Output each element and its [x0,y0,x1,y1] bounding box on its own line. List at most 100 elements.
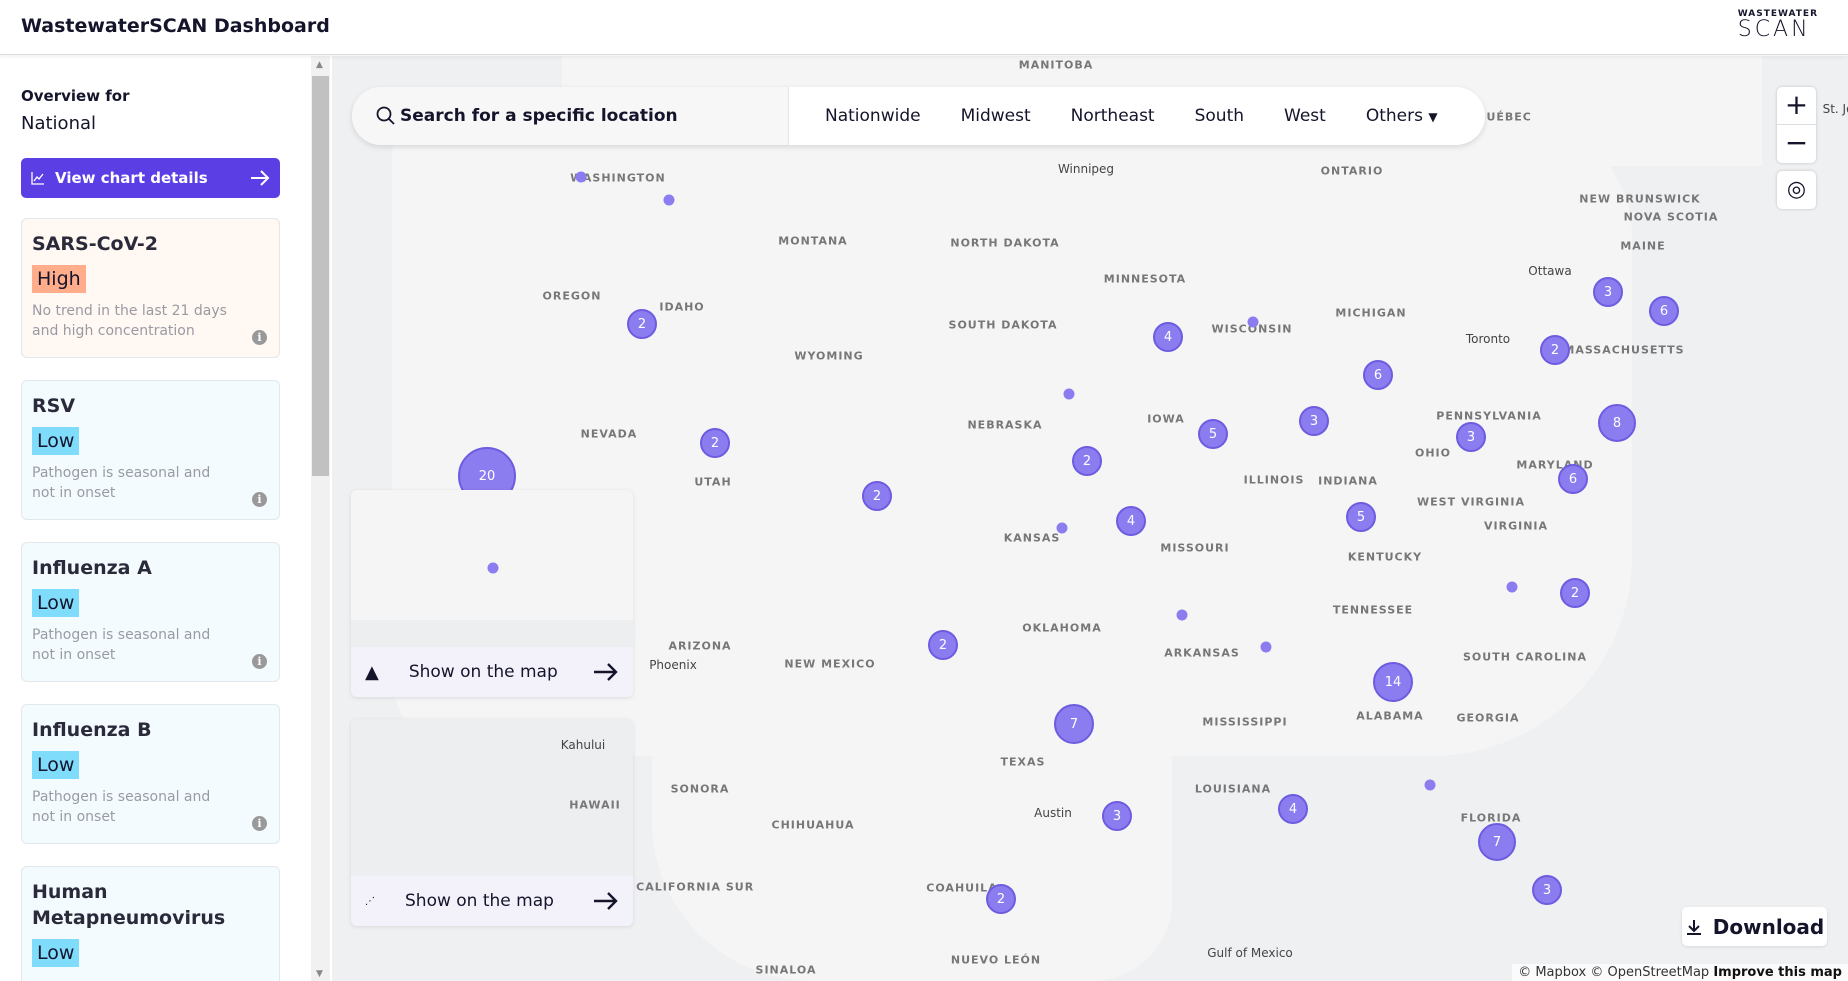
pathogen-card-sars-cov-2[interactable]: SARS-CoV-2 High No trend in the last 21 … [21,218,280,358]
tab-others[interactable]: Others ▼ [1366,106,1438,126]
state-label: INDIANA [1318,474,1378,488]
level-badge: Low [32,427,80,455]
site-marker[interactable] [1506,581,1518,593]
site-cluster[interactable]: 3 [1532,875,1562,905]
site-cluster[interactable]: 2 [986,884,1016,914]
site-marker[interactable] [1247,316,1259,328]
search-bar: Search for a specific location Nationwid… [352,87,1485,145]
download-button[interactable]: Download [1682,907,1827,946]
tab-south[interactable]: South [1195,106,1244,126]
alaska-inset[interactable]: ▲ Show on the map [351,490,633,697]
pathogen-card-rsv[interactable]: RSV Low Pathogen is seasonal and not in … [21,380,280,520]
state-label: NEBRASKA [967,418,1043,432]
state-label: NEW MEXICO [784,657,876,671]
state-label: SOUTH DAKOTA [948,318,1058,332]
tab-northeast[interactable]: Northeast [1071,106,1155,126]
city-label: Gulf of Mexico [1207,946,1293,960]
info-icon[interactable]: i [252,330,267,345]
pathogen-card-human-metapneumovirus[interactable]: Human Metapneumovirus Low [21,866,280,981]
site-marker[interactable] [1176,609,1188,621]
city-label: Ottawa [1528,264,1572,278]
pathogen-card-influenza-b[interactable]: Influenza B Low Pathogen is seasonal and… [21,704,280,844]
site-cluster[interactable]: 3 [1299,406,1329,436]
site-cluster[interactable]: 7 [1478,823,1516,861]
state-label: ARIZONA [668,639,732,653]
view-chart-details-button[interactable]: View chart details [21,158,280,198]
info-icon[interactable]: i [252,654,267,669]
hawaii-inset[interactable]: Kahului HAWAII ⋰ Show on the map [351,719,633,926]
tab-midwest[interactable]: Midwest [961,106,1031,126]
site-cluster[interactable]: 2 [1540,335,1570,365]
site-cluster[interactable]: 7 [1054,704,1094,744]
site-cluster[interactable]: 2 [627,309,657,339]
state-label: TEXAS [1000,755,1046,769]
state-label: OHIO [1414,446,1452,460]
site-marker[interactable] [487,562,499,574]
site-cluster[interactable]: 8 [1598,404,1636,442]
state-label: MISSISSIPPI [1202,715,1288,729]
site-cluster[interactable]: 6 [1649,296,1679,326]
locate-button[interactable]: ◎ [1777,171,1816,209]
alaska-show-on-map[interactable]: ▲ Show on the map [351,647,633,697]
site-cluster[interactable]: 3 [1102,801,1132,831]
tab-west[interactable]: West [1284,106,1326,126]
info-icon[interactable]: i [252,816,267,831]
overview-location: National [21,113,97,134]
arrow-right-icon [251,170,270,186]
mexico-landmass [652,746,1172,981]
site-cluster[interactable]: 5 [1198,419,1228,449]
search-input[interactable]: Search for a specific location [352,87,789,145]
info-icon[interactable]: i [252,492,267,507]
state-label: MAINE [1620,239,1666,253]
zoom-controls: + − [1777,87,1816,163]
site-marker[interactable] [1063,388,1075,400]
site-cluster[interactable]: 4 [1116,506,1146,536]
site-marker[interactable] [1424,779,1436,791]
site-cluster[interactable]: 6 [1558,464,1588,494]
state-label: MANITOBA [1018,58,1094,72]
pathogen-card-influenza-a[interactable]: Influenza A Low Pathogen is seasonal and… [21,542,280,682]
site-marker[interactable] [575,171,587,183]
site-cluster[interactable]: 2 [862,481,892,511]
zoom-out-button[interactable]: − [1777,125,1816,163]
site-cluster[interactable]: 3 [1593,277,1623,307]
sidebar: Overview for National View chart details… [0,56,311,981]
site-cluster[interactable]: 4 [1153,322,1183,352]
hawaii-show-on-map[interactable]: ⋰ Show on the map [351,876,633,926]
hawaii-icon: ⋰ [365,895,375,907]
site-cluster[interactable]: 2 [1072,446,1102,476]
site-marker[interactable] [663,194,675,206]
scroll-up-icon[interactable]: ▲ [316,60,323,70]
state-label: WYOMING [794,349,864,363]
zoom-in-button[interactable]: + [1777,87,1816,125]
site-marker[interactable] [1056,522,1068,534]
alaska-landmass [351,490,633,620]
site-cluster[interactable]: 2 [1560,578,1590,608]
state-label: MONTANA [778,234,848,248]
wastewaterscan-logo[interactable]: WASTEWATER SCAN [1738,10,1818,41]
site-cluster[interactable]: 5 [1346,502,1376,532]
alaska-icon: ▲ [365,661,379,683]
state-label: MICHIGAN [1335,306,1407,320]
site-cluster[interactable]: 2 [928,630,958,660]
scroll-down-icon[interactable]: ▼ [316,969,323,979]
state-label: KENTUCKY [1347,550,1423,564]
header: WastewaterSCAN Dashboard WASTEWATER SCAN [0,0,1848,55]
city-label: Phoenix [649,658,697,672]
site-cluster[interactable]: 6 [1363,360,1393,390]
state-label: ONTARIO [1320,164,1384,178]
site-cluster[interactable]: 4 [1278,794,1308,824]
state-label: OREGON [542,289,602,303]
level-badge: High [32,265,86,293]
site-cluster[interactable]: 14 [1373,662,1413,702]
arrow-right-icon [594,892,618,910]
site-cluster[interactable]: 2 [700,428,730,458]
sidebar-scrollbar[interactable]: ▲ ▼ [311,56,330,981]
site-marker[interactable] [1260,641,1272,653]
tab-nationwide[interactable]: Nationwide [825,106,921,126]
state-label: TENNESSEE [1332,603,1414,617]
site-cluster[interactable]: 3 [1456,422,1486,452]
scrollbar-thumb[interactable] [312,76,329,476]
state-label: MINNESOTA [1103,272,1187,286]
improve-map-link[interactable]: Improve this map [1713,965,1842,980]
